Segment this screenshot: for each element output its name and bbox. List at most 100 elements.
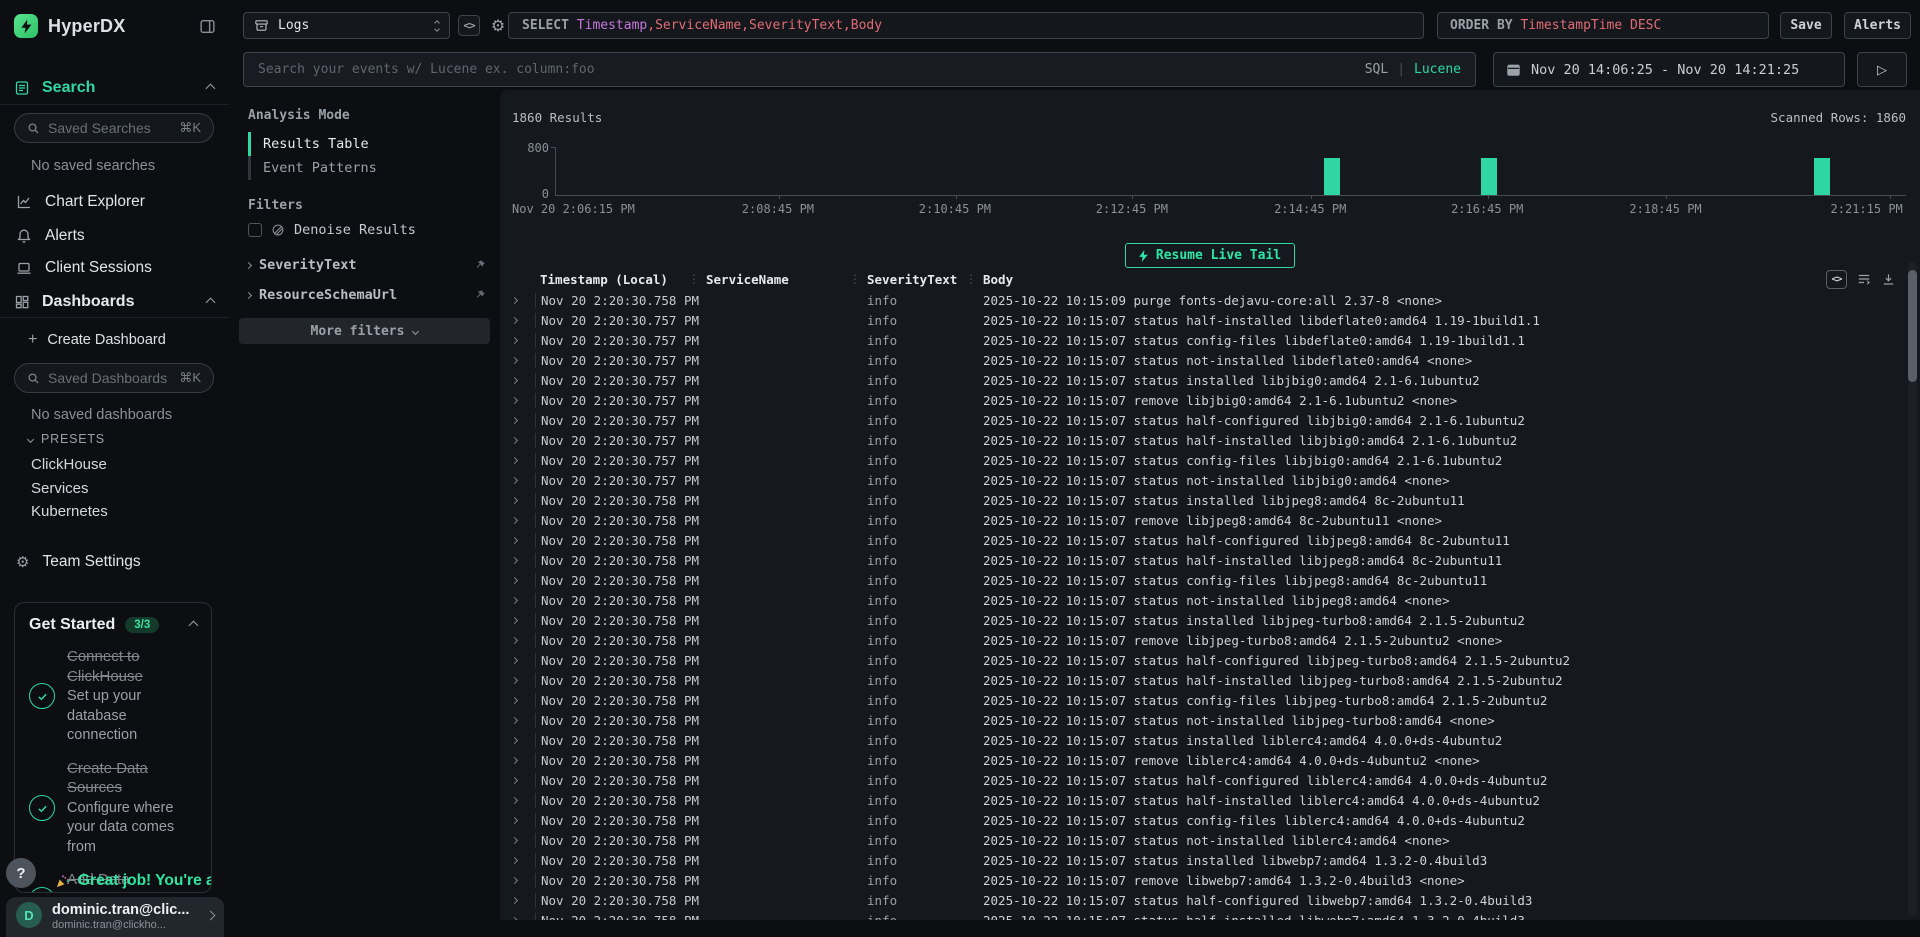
view-source-icon[interactable]: <> bbox=[1826, 270, 1847, 289]
event-search-input[interactable]: Search your events w/ Lucene ex. column:… bbox=[243, 52, 1476, 87]
expand-row-icon[interactable] bbox=[511, 436, 518, 443]
table-row[interactable]: Nov 20 2:20:30.758 PMinfo2025-10-22 10:1… bbox=[500, 830, 1898, 850]
expand-row-icon[interactable] bbox=[511, 796, 518, 803]
table-row[interactable]: Nov 20 2:20:30.757 PMinfo2025-10-22 10:1… bbox=[500, 330, 1898, 350]
expand-row-icon[interactable] bbox=[511, 496, 518, 503]
expand-row-icon[interactable] bbox=[511, 676, 518, 683]
table-row[interactable]: Nov 20 2:20:30.758 PMinfo2025-10-22 10:1… bbox=[500, 510, 1898, 530]
table-row[interactable]: Nov 20 2:20:30.758 PMinfo2025-10-22 10:1… bbox=[500, 570, 1898, 590]
table-row[interactable]: Nov 20 2:20:30.758 PMinfo2025-10-22 10:1… bbox=[500, 550, 1898, 570]
orderby-clause-input[interactable]: ORDER BY TimestampTime DESC bbox=[1437, 12, 1769, 39]
expand-row-icon[interactable] bbox=[511, 336, 518, 343]
expand-row-icon[interactable] bbox=[511, 456, 518, 463]
saved-searches-input[interactable]: Saved Searches ⌘K bbox=[14, 113, 214, 143]
gear-icon[interactable]: ⚙ bbox=[487, 15, 509, 36]
column-resize-handle[interactable]: ⋮ bbox=[965, 272, 977, 286]
expand-row-icon[interactable] bbox=[511, 716, 518, 723]
table-row[interactable]: Nov 20 2:20:30.758 PMinfo2025-10-22 10:1… bbox=[500, 790, 1898, 810]
table-row[interactable]: Nov 20 2:20:30.758 PMinfo2025-10-22 10:1… bbox=[500, 870, 1898, 890]
table-row[interactable]: Nov 20 2:20:30.758 PMinfo2025-10-22 10:1… bbox=[500, 290, 1898, 310]
sidebar-item-search[interactable]: Search bbox=[14, 76, 214, 100]
sidebar-item-dashboards[interactable]: Dashboards bbox=[14, 290, 214, 314]
table-row[interactable]: Nov 20 2:20:30.758 PMinfo2025-10-22 10:1… bbox=[500, 670, 1898, 690]
mode-event-patterns[interactable]: Event Patterns bbox=[248, 156, 490, 180]
filter-group-resourceschemaurl[interactable]: ResourceSchemaUrl bbox=[246, 286, 490, 304]
sidebar-item-client-sessions[interactable]: Client Sessions bbox=[16, 257, 214, 279]
help-button[interactable]: ? bbox=[6, 858, 36, 888]
table-row[interactable]: Nov 20 2:20:30.758 PMinfo2025-10-22 10:1… bbox=[500, 850, 1898, 870]
expand-row-icon[interactable] bbox=[511, 876, 518, 883]
expand-row-icon[interactable] bbox=[511, 656, 518, 663]
column-resize-handle[interactable]: ⋮ bbox=[688, 272, 700, 286]
preset-clickhouse[interactable]: ClickHouse bbox=[31, 456, 107, 473]
table-row[interactable]: Nov 20 2:20:30.758 PMinfo2025-10-22 10:1… bbox=[500, 610, 1898, 630]
table-row[interactable]: Nov 20 2:20:30.758 PMinfo2025-10-22 10:1… bbox=[500, 530, 1898, 550]
wrap-lines-icon[interactable] bbox=[1856, 272, 1872, 286]
source-select[interactable]: Logs bbox=[243, 12, 450, 39]
table-row[interactable]: Nov 20 2:20:30.758 PMinfo2025-10-22 10:1… bbox=[500, 770, 1898, 790]
expand-row-icon[interactable] bbox=[511, 636, 518, 643]
save-button[interactable]: Save bbox=[1780, 12, 1832, 39]
expand-row-icon[interactable] bbox=[511, 616, 518, 623]
resume-live-tail-button[interactable]: Resume Live Tail bbox=[1125, 243, 1295, 268]
table-row[interactable]: Nov 20 2:20:30.758 PMinfo2025-10-22 10:1… bbox=[500, 730, 1898, 750]
table-row[interactable]: Nov 20 2:20:30.758 PMinfo2025-10-22 10:1… bbox=[500, 750, 1898, 770]
expand-row-icon[interactable] bbox=[511, 356, 518, 363]
table-row[interactable]: Nov 20 2:20:30.757 PMinfo2025-10-22 10:1… bbox=[500, 450, 1898, 470]
mode-results-table[interactable]: Results Table bbox=[248, 132, 490, 156]
more-filters-button[interactable]: More filters bbox=[239, 318, 490, 344]
column-resize-handle[interactable]: ⋮ bbox=[849, 272, 861, 286]
expand-row-icon[interactable] bbox=[511, 516, 518, 523]
collapse-sidebar-icon[interactable] bbox=[199, 18, 216, 35]
lucene-mode-toggle[interactable]: Lucene bbox=[1414, 62, 1461, 77]
download-icon[interactable] bbox=[1881, 272, 1896, 287]
pin-icon[interactable] bbox=[474, 289, 486, 301]
chevron-up-icon[interactable] bbox=[206, 83, 216, 93]
table-row[interactable]: Nov 20 2:20:30.758 PMinfo2025-10-22 10:1… bbox=[500, 910, 1898, 920]
expand-row-icon[interactable] bbox=[511, 376, 518, 383]
expand-row-icon[interactable] bbox=[511, 856, 518, 863]
table-row[interactable]: Nov 20 2:20:30.758 PMinfo2025-10-22 10:1… bbox=[500, 810, 1898, 830]
edit-sql-button[interactable]: <> bbox=[458, 15, 480, 36]
expand-row-icon[interactable] bbox=[511, 296, 518, 303]
pin-icon[interactable] bbox=[474, 259, 486, 271]
expand-row-icon[interactable] bbox=[511, 916, 518, 920]
expand-row-icon[interactable] bbox=[511, 736, 518, 743]
scrollbar-thumb[interactable] bbox=[1908, 270, 1917, 382]
table-row[interactable]: Nov 20 2:20:30.758 PMinfo2025-10-22 10:1… bbox=[500, 490, 1898, 510]
sidebar-item-team-settings[interactable]: ⚙ Team Settings bbox=[16, 551, 214, 573]
table-row[interactable]: Nov 20 2:20:30.757 PMinfo2025-10-22 10:1… bbox=[500, 390, 1898, 410]
time-range-picker[interactable]: Nov 20 14:06:25 - Nov 20 14:21:25 bbox=[1493, 52, 1845, 87]
saved-dashboards-input[interactable]: Saved Dashboards ⌘K bbox=[14, 363, 214, 393]
expand-row-icon[interactable] bbox=[511, 896, 518, 903]
sidebar-item-chart-explorer[interactable]: Chart Explorer bbox=[16, 191, 214, 213]
expand-row-icon[interactable] bbox=[511, 316, 518, 323]
create-dashboard-button[interactable]: + Create Dashboard bbox=[28, 331, 166, 349]
expand-row-icon[interactable] bbox=[511, 576, 518, 583]
table-row[interactable]: Nov 20 2:20:30.758 PMinfo2025-10-22 10:1… bbox=[500, 710, 1898, 730]
chart-plot[interactable]: 800 0 bbox=[555, 147, 1906, 196]
expand-row-icon[interactable] bbox=[511, 696, 518, 703]
expand-row-icon[interactable] bbox=[511, 396, 518, 403]
chevron-up-icon[interactable] bbox=[189, 620, 199, 630]
table-row[interactable]: Nov 20 2:20:30.758 PMinfo2025-10-22 10:1… bbox=[500, 890, 1898, 910]
sql-mode-toggle[interactable]: SQL bbox=[1365, 62, 1388, 77]
table-row[interactable]: Nov 20 2:20:30.757 PMinfo2025-10-22 10:1… bbox=[500, 430, 1898, 450]
expand-row-icon[interactable] bbox=[511, 756, 518, 763]
chevron-up-icon[interactable] bbox=[206, 297, 216, 307]
table-row[interactable]: Nov 20 2:20:30.758 PMinfo2025-10-22 10:1… bbox=[500, 590, 1898, 610]
table-row[interactable]: Nov 20 2:20:30.758 PMinfo2025-10-22 10:1… bbox=[500, 690, 1898, 710]
filter-group-severitytext[interactable]: SeverityText bbox=[246, 256, 490, 274]
alerts-button[interactable]: Alerts bbox=[1844, 12, 1911, 39]
expand-row-icon[interactable] bbox=[511, 536, 518, 543]
expand-row-icon[interactable] bbox=[511, 836, 518, 843]
sidebar-item-alerts[interactable]: Alerts bbox=[16, 225, 214, 247]
table-row[interactable]: Nov 20 2:20:30.757 PMinfo2025-10-22 10:1… bbox=[500, 370, 1898, 390]
denoise-checkbox[interactable] bbox=[248, 223, 262, 237]
expand-row-icon[interactable] bbox=[511, 556, 518, 563]
table-row[interactable]: Nov 20 2:20:30.758 PMinfo2025-10-22 10:1… bbox=[500, 630, 1898, 650]
table-row[interactable]: Nov 20 2:20:30.757 PMinfo2025-10-22 10:1… bbox=[500, 410, 1898, 430]
expand-row-icon[interactable] bbox=[511, 816, 518, 823]
expand-row-icon[interactable] bbox=[511, 476, 518, 483]
table-scrollbar[interactable] bbox=[1908, 262, 1917, 916]
